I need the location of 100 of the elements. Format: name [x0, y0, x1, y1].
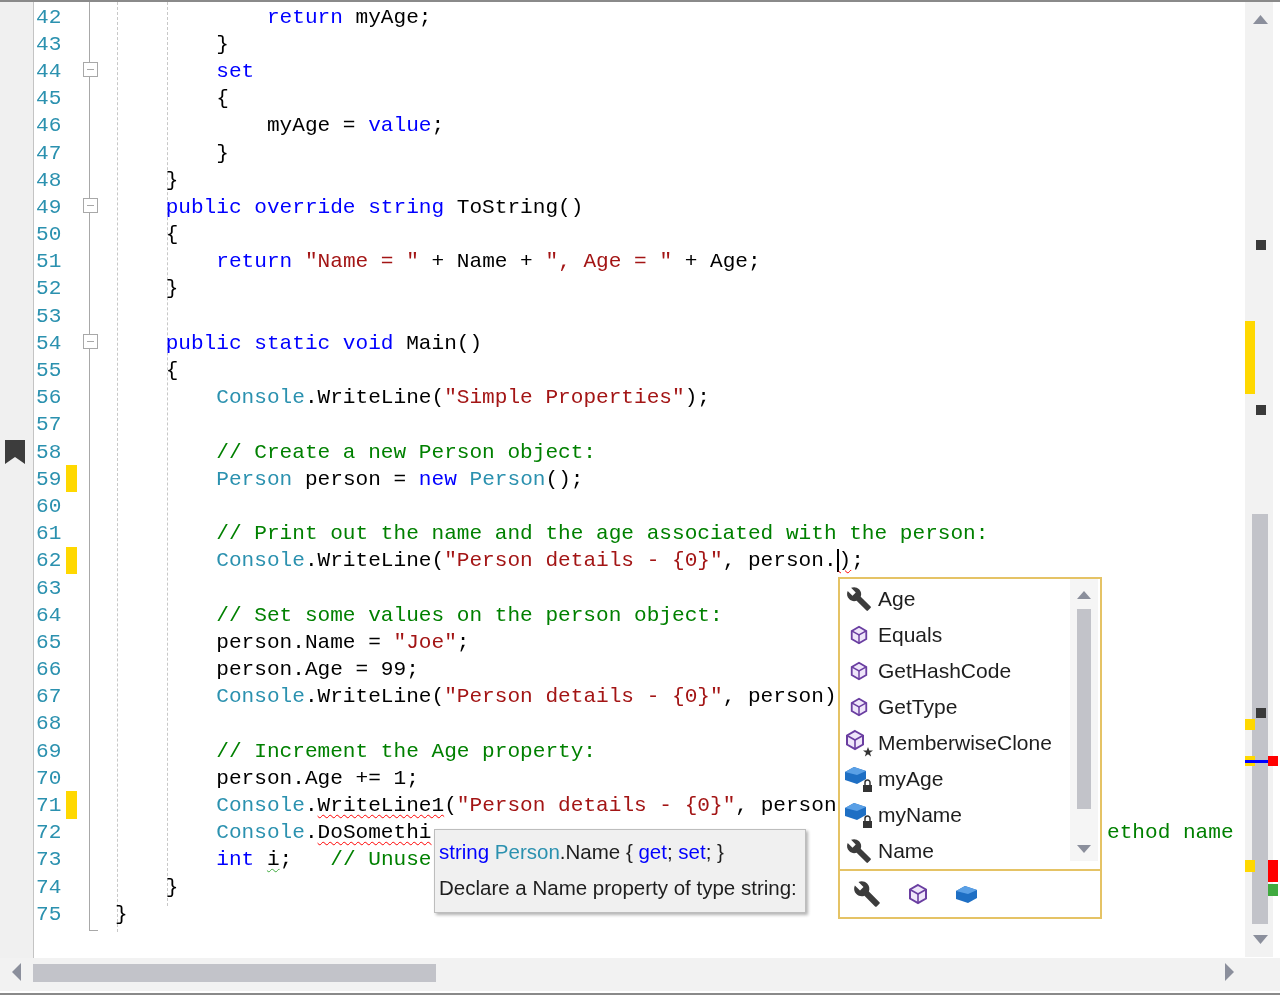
- code-text: }: [165, 874, 179, 899]
- line-number: 43: [35, 31, 63, 56]
- keyword: new: [418, 466, 457, 491]
- collapse-toggle[interactable]: [83, 334, 98, 350]
- cube-icon: [849, 625, 869, 645]
- keyword: set: [678, 840, 706, 864]
- string-literal: "Name = ": [304, 249, 419, 274]
- wrench-icon: [853, 880, 881, 908]
- code-text: ;: [431, 113, 445, 138]
- code-text: person.Age = 99;: [216, 657, 419, 682]
- keyword: string: [439, 840, 490, 864]
- cube-icon: [907, 883, 929, 905]
- code-text: , person: [735, 793, 837, 818]
- completion-item[interactable]: Equals: [840, 617, 1070, 653]
- completion-item[interactable]: Age: [840, 581, 1070, 617]
- code-text: .: [304, 793, 318, 818]
- line-number: 74: [35, 874, 63, 899]
- code-text: person.Name =: [216, 629, 381, 654]
- line-number: 58: [35, 439, 63, 464]
- line-number: 70: [35, 765, 63, 790]
- type-name: Console: [216, 385, 305, 410]
- line-number: 61: [35, 521, 63, 546]
- string-literal: "Person details - {0}": [444, 684, 723, 709]
- tooltip-description: Declare a Name property of type string:: [439, 875, 797, 901]
- code-comment: // Unuse: [330, 847, 432, 872]
- keyword: public override string: [165, 194, 445, 219]
- code-comment: ethod name: [1107, 820, 1234, 845]
- keyword: public static void: [165, 330, 394, 355]
- code-comment: // Increment the Age property:: [216, 738, 597, 763]
- brick-icon: [955, 884, 979, 904]
- code-text: {: [165, 358, 179, 383]
- brick-lock-icon: [844, 765, 874, 793]
- line-number: 67: [35, 684, 63, 709]
- brick-lock-icon: [844, 801, 874, 829]
- type-name: Console: [216, 820, 305, 845]
- code-text: .WriteLine(: [304, 684, 445, 709]
- list-scrollbar[interactable]: [1070, 579, 1098, 861]
- completion-item[interactable]: myAge: [840, 761, 1070, 797]
- string-literal: "Person details - {0}": [444, 548, 723, 573]
- cube-icon: [849, 697, 869, 717]
- string-literal: ", Age = ": [545, 249, 673, 274]
- line-number: 54: [35, 330, 63, 355]
- code-text: i: [266, 847, 280, 872]
- code-text: }: [165, 276, 179, 301]
- keyword: return: [216, 249, 293, 274]
- line-number: 52: [35, 276, 63, 301]
- line-number: 75: [35, 901, 63, 926]
- completion-item[interactable]: MemberwiseClone: [840, 725, 1070, 761]
- completion-item[interactable]: GetType: [840, 689, 1070, 725]
- completion-item[interactable]: myName: [840, 797, 1070, 833]
- collapse-toggle[interactable]: [83, 62, 98, 78]
- keyword: set: [216, 58, 255, 83]
- code-text: }: [115, 901, 128, 926]
- line-number: 64: [35, 602, 63, 627]
- line-number: 72: [35, 820, 63, 845]
- code-text: ;: [279, 847, 293, 872]
- code-text: );: [684, 385, 710, 410]
- overview-scrollbar[interactable]: [1245, 2, 1280, 957]
- line-number: 63: [35, 575, 63, 600]
- code-text: }: [216, 140, 229, 165]
- line-number: 62: [35, 548, 63, 573]
- type-name: Console: [216, 684, 305, 709]
- keyword: get: [638, 840, 667, 864]
- cube-star-icon: [844, 729, 874, 757]
- code-text: ): [838, 548, 852, 573]
- line-number: 47: [35, 140, 63, 165]
- line-number: 48: [35, 167, 63, 192]
- code-text: .WriteLine(: [304, 548, 445, 573]
- code-text: .: [304, 820, 318, 845]
- line-number: 56: [35, 385, 63, 410]
- signature-text: .Name {: [559, 840, 633, 864]
- line-number: 65: [35, 629, 63, 654]
- type-name: Console: [216, 793, 305, 818]
- code-text: person.Age += 1;: [216, 765, 419, 790]
- code-text: ToString(): [456, 194, 584, 219]
- code-text: person =: [304, 466, 407, 491]
- signature-text: ;: [666, 840, 673, 864]
- code-text: + Name +: [431, 249, 533, 274]
- line-number: 66: [35, 657, 63, 682]
- collapse-toggle[interactable]: [83, 198, 98, 214]
- line-number: 50: [35, 222, 63, 247]
- completion-item[interactable]: GetHashCode: [840, 653, 1070, 689]
- line-number: 45: [35, 86, 63, 111]
- completion-item[interactable]: Name: [840, 833, 1070, 869]
- line-number: 68: [35, 711, 63, 736]
- string-literal: "Joe": [393, 629, 457, 654]
- code-text: ;: [456, 629, 470, 654]
- code-text: }: [165, 167, 179, 192]
- type-name: Person: [469, 466, 546, 491]
- line-number: 44: [35, 58, 63, 83]
- keyword: return: [266, 4, 343, 29]
- code-text: DoSomethi: [317, 820, 432, 845]
- line-number: 60: [35, 493, 63, 518]
- line-number: 49: [35, 194, 63, 219]
- line-number: 46: [35, 113, 63, 138]
- type-name: Person: [494, 840, 560, 864]
- code-comment: // Print out the name and the age associated with the person:: [216, 521, 989, 546]
- line-number: 71: [35, 793, 63, 818]
- keyword: int: [216, 847, 255, 872]
- line-number: 73: [35, 847, 63, 872]
